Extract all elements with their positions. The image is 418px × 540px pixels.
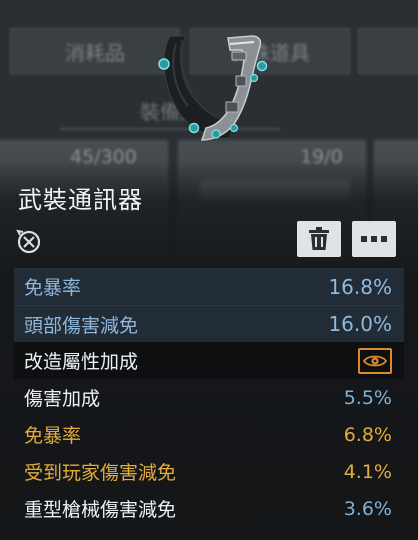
stat-value: 4.1% (343, 460, 392, 483)
stat-label: 傷害加成 (24, 388, 101, 410)
mod-stat-row: 免暴率 6.8% (14, 416, 404, 453)
toggle-visibility-button[interactable] (358, 347, 392, 374)
stat-value: 16.8% (328, 274, 392, 299)
trash-icon (309, 227, 329, 250)
delete-button[interactable] (297, 221, 341, 257)
stat-label: 重型槍械傷害減免 (24, 499, 177, 521)
stat-label: 免暴率 (24, 425, 82, 447)
stat-label: 免暴率 (24, 277, 82, 299)
mod-stat-row: 傷害加成 5.5% (14, 379, 404, 416)
sync-status-icon (16, 229, 41, 254)
stat-value: 6.8% (343, 423, 392, 446)
mod-section-header: 改造屬性加成 (14, 342, 404, 379)
stat-value: 3.6% (343, 497, 392, 520)
stat-value: 5.5% (343, 386, 392, 409)
base-stat-row: 免暴率 16.8% (14, 268, 404, 305)
mod-section-title: 改造屬性加成 (24, 351, 139, 373)
more-options-button[interactable] (352, 221, 396, 257)
stats-table: 免暴率 16.8% 頭部傷害減免 16.0% 改造屬性加成 傷害加成 5.5% … (14, 268, 404, 527)
stat-value: 16.0% (328, 312, 392, 336)
eye-icon (363, 355, 387, 366)
base-stat-row: 頭部傷害減免 16.0% (14, 305, 404, 342)
stat-label: 受到玩家傷害減免 (24, 462, 177, 484)
ellipsis-icon (361, 236, 387, 242)
item-title: 武裝通訊器 (18, 186, 143, 214)
mod-stat-row: 受到玩家傷害減免 4.1% (14, 453, 404, 490)
tab-extra (358, 28, 418, 74)
stat-label: 頭部傷害減免 (24, 314, 139, 337)
armored-communicator-icon (158, 35, 268, 141)
mod-stat-row: 重型槍械傷害減免 3.6% (14, 490, 404, 527)
